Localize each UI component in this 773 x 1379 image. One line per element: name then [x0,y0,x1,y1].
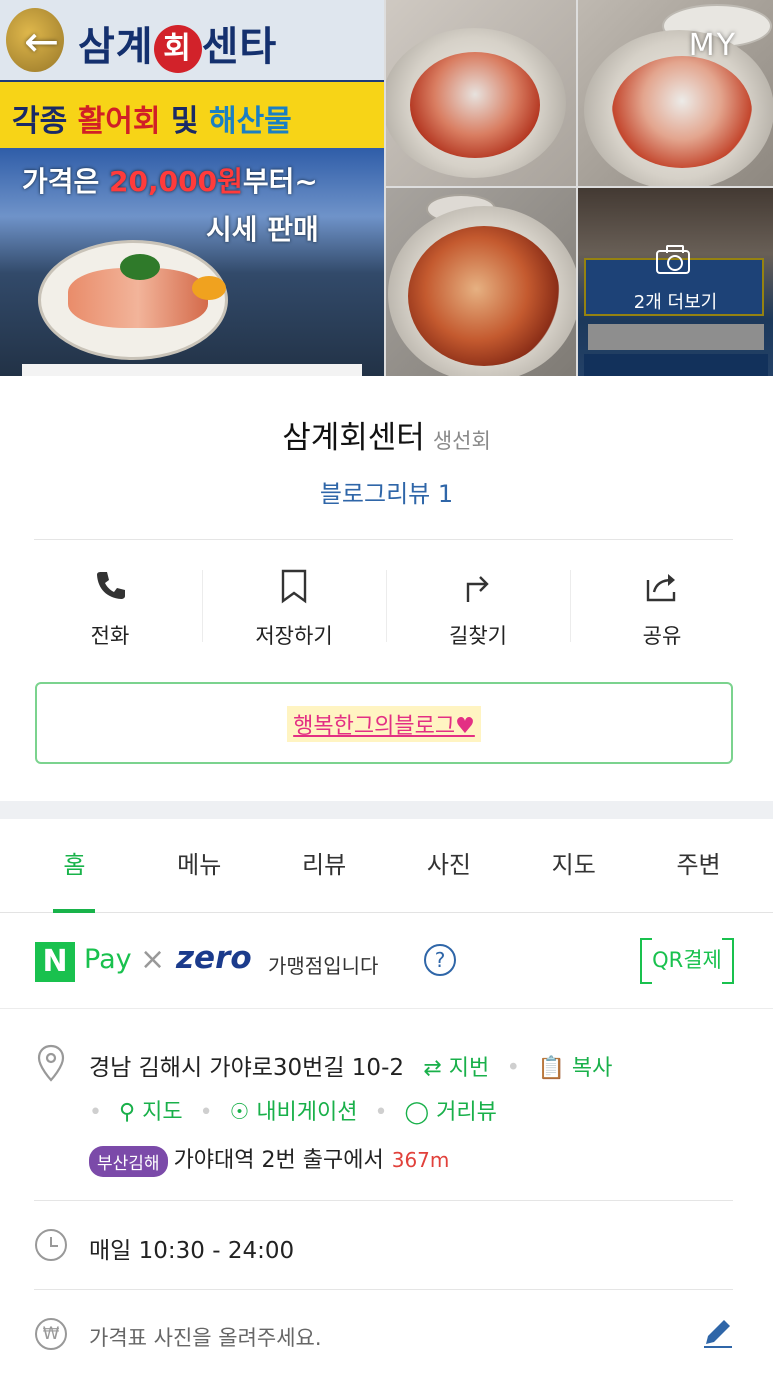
pencil-icon[interactable] [700,1314,736,1350]
blog-review-link[interactable]: 블로그리뷰 1 [0,474,773,509]
address-text: 경남 김해시 가야로30번길 10-2 [89,1055,404,1081]
copy-link[interactable]: 📋 복사 [537,1056,612,1081]
camera-icon [656,245,690,274]
subway-line-badge: 부산김해 [89,1145,168,1177]
tab-map[interactable]: 지도 [511,819,636,912]
food-photo-2[interactable] [578,0,773,186]
food-image [410,52,540,158]
place-name: 삼계회센터 [282,420,425,456]
tab-menu[interactable]: 메뉴 [137,819,262,912]
navigation-link[interactable]: ☉ 내비게이션 [230,1100,358,1125]
question-icon[interactable]: ? [424,944,456,976]
my-button[interactable]: MY [689,28,737,63]
promo-text: 행복한그의블로그♥ [287,706,481,742]
times-symbol: × [140,942,166,977]
sign-price-line: 가격은 20,000원부터~ [22,165,318,198]
call-label: 전화 [90,624,130,648]
directions-label: 길찾기 [449,624,507,648]
back-button[interactable]: ← [24,21,70,63]
share-icon [646,574,676,602]
distance-text: 367m [391,1148,450,1172]
promo-banner[interactable]: 행복한그의블로그♥ [35,682,733,764]
tab-review[interactable]: 리뷰 [262,819,387,912]
address-section: 경남 김해시 가야로30번길 10-2 ⇄ 지번 • 📋 복사 • ⚲ 지도 •… [0,1010,773,1200]
pay-info-row: N Pay × zero 가맹점입니다 ? QR결제 [0,914,773,1009]
bookmark-icon [281,569,307,604]
address-line: 경남 김해시 가야로30번길 10-2 ⇄ 지번 • 📋 복사 [89,1048,612,1082]
section-separator [0,801,773,819]
more-photos-button[interactable]: 2개 더보기 [578,188,773,376]
separator-dot: • [374,1100,388,1125]
qr-pay-button[interactable]: QR결제 [640,938,734,984]
lot-number-link[interactable]: ⇄ 지번 [423,1056,489,1081]
action-bar: 전화 저장하기 길찾기 공유 [18,560,754,660]
pay-description: 가맹점입니다 [268,954,379,978]
won-icon: ₩ [35,1318,67,1350]
place-title: 삼계회센터 생선회 [0,412,773,457]
tab-photo[interactable]: 사진 [386,819,511,912]
price-row[interactable]: ₩ 가격표 사진을 올려주세요. [0,1290,773,1379]
map-link[interactable]: ⚲ 지도 [119,1100,183,1125]
clock-icon [35,1229,67,1261]
place-category: 생선회 [432,429,491,453]
zero-pay-logo: zero [176,940,252,976]
pay-logo-text: Pay [84,944,132,975]
price-placeholder-text: 가격표 사진을 올려주세요. [89,1326,322,1350]
address-links: • ⚲ 지도 • ☉ 내비게이션 • ◯ 거리뷰 [89,1094,497,1126]
food-photo-1[interactable] [386,0,576,186]
tab-bar: 홈 메뉴 리뷰 사진 지도 주변 [0,819,773,913]
station-text: 가야대역 2번 출구에서 [173,1148,384,1173]
car-icon: ☉ [229,1100,250,1125]
separator-dot: • [506,1055,521,1081]
arrow-left-icon: ← [24,17,60,66]
save-button[interactable]: 저장하기 [202,560,386,660]
food-image [408,226,560,366]
sign-shop-name: 삼계 회 센타 [78,14,277,73]
sign-bottom-strip [22,364,362,376]
pin-icon: ⚲ [118,1100,136,1125]
phone-icon [97,572,125,599]
sign-line1: 각종 활어회 및 해산물 [12,104,292,139]
sign-price-sub: 시세 판매 [206,213,319,246]
separator-dot: • [89,1100,102,1125]
separator-dot: • [199,1100,213,1125]
directions-icon [466,576,489,602]
copy-icon: 📋 [537,1056,565,1081]
food-photo-3[interactable] [386,188,576,376]
street-view-icon: ◯ [404,1100,430,1125]
save-label: 저장하기 [255,624,333,648]
more-photos-label: 2개 더보기 [633,292,718,313]
lemon-image [192,276,226,300]
share-label: 공유 [642,624,682,648]
divider [34,539,733,540]
food-image [612,56,752,168]
location-pin-icon [37,1044,65,1082]
directions-button[interactable]: 길찾기 [386,560,570,660]
photo-gallery[interactable]: 삼계 회 센타 각종 활어회 및 해산물 가격은 20,000원부터~ 시세 판매 [0,0,773,376]
subway-info: 부산김해 가야대역 2번 출구에서 367m [89,1142,449,1177]
tab-nearby[interactable]: 주변 [636,819,761,912]
tab-home[interactable]: 홈 [12,819,137,913]
garnish-image [120,254,160,280]
call-button[interactable]: 전화 [18,560,202,660]
npay-logo-icon: N [35,942,75,982]
share-button[interactable]: 공유 [570,560,754,660]
hours-text: 매일 10:30 - 24:00 [89,1238,295,1264]
street-view-link[interactable]: ◯ 거리뷰 [405,1100,497,1125]
hours-row[interactable]: 매일 10:30 - 24:00 [0,1201,773,1289]
